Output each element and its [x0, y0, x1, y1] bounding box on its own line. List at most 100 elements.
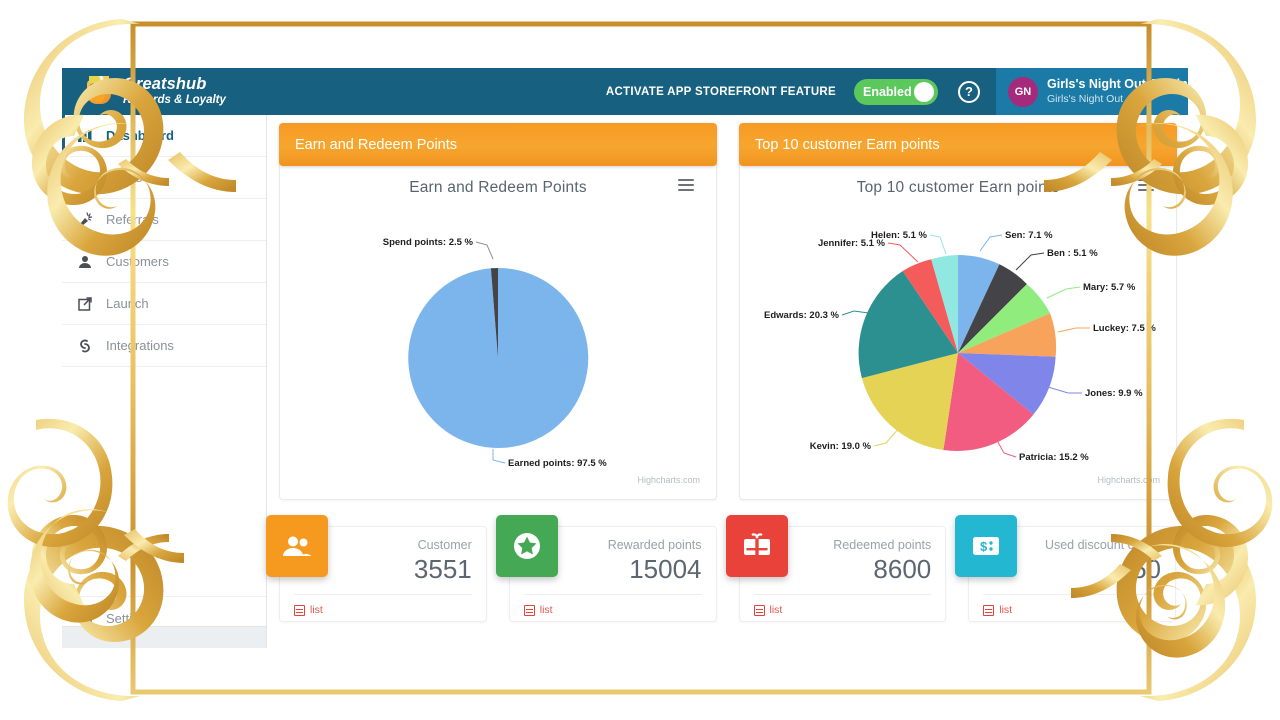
pie-label-edwards: Edwards: 20.3 % — [764, 310, 840, 321]
top10-chart-tab[interactable]: Top 10 customer Earn points — [739, 123, 1177, 166]
stat-value: 450 — [1045, 554, 1161, 585]
highcharts-credit[interactable]: Highcharts.com — [1097, 475, 1160, 485]
chart-tab-label: Top 10 customer Earn points — [755, 137, 940, 153]
top10-chart-block: Top 10 customer Earn points Top 10 custo… — [739, 123, 1177, 500]
stat-card-redeemed-points: Redeemed points 8600 list — [739, 526, 947, 622]
megaphone-icon — [74, 212, 96, 227]
stat-value: 15004 — [608, 554, 702, 585]
stat-list-label: list — [540, 604, 553, 616]
sidebar-spacer — [62, 367, 266, 597]
pie-label-luckey: Luckey: 7.5 % — [1093, 323, 1156, 334]
pie-connector-spend — [476, 242, 493, 259]
stats-row: Customer 3551 list Rewarded points 15004 — [279, 526, 1176, 622]
sidebar-item-points[interactable]: Points — [62, 157, 266, 199]
pie-slice-earned-points[interactable] — [408, 268, 588, 448]
table-list-icon — [294, 605, 305, 616]
integrations-icon — [74, 339, 96, 353]
pie-label-spend-points: Spend points: 2.5 % — [383, 237, 474, 248]
earn-redeem-chart-tab[interactable]: Earn and Redeem Points — [279, 123, 717, 166]
table-list-icon — [983, 605, 994, 616]
sidebar-item-label: Points — [106, 170, 142, 185]
sidebar-item-dashboard[interactable]: Dashboard — [62, 115, 266, 157]
pie-label-sen: Sen: 7.1 % — [1005, 230, 1053, 241]
stat-label: Used discount codes — [1045, 537, 1161, 554]
gift-card-icon — [726, 515, 788, 577]
stat-value: 8600 — [833, 554, 931, 585]
highcharts-credit[interactable]: Highcharts.com — [637, 475, 700, 485]
stat-label: Rewarded points — [608, 537, 702, 554]
main-content: Earn and Redeem Points Earn and Redeem P… — [267, 115, 1188, 648]
person-icon — [74, 255, 96, 269]
table-list-icon — [524, 605, 535, 616]
pie-label-patricia: Patricia: 15.2 % — [1019, 452, 1089, 463]
pie-label-earned-points: Earned points: 97.5 % — [508, 458, 607, 469]
storefront-enabled-toggle[interactable]: Enabled — [854, 79, 938, 105]
divider — [294, 594, 472, 595]
gear-icon — [74, 611, 96, 626]
top-navigation-bar: Greatshub Rewards & Loyalty ACTIVATE APP… — [62, 68, 1188, 115]
sidebar-item-label: Settings — [106, 611, 153, 626]
storefront-feature-label: ACTIVATE APP STOREFRONT FEATURE — [606, 86, 836, 98]
stat-list-label: list — [770, 604, 783, 616]
sidebar-item-label: Customers — [106, 254, 169, 269]
stat-list-link[interactable]: list — [754, 604, 783, 616]
stat-list-link[interactable]: list — [294, 604, 323, 616]
top10-pie-svg: Sen: 7.1 % Ben : 5.1 % Mary: 5.7 % Lucke… — [740, 197, 1176, 469]
star-badge-icon — [496, 515, 558, 577]
stat-list-link[interactable]: list — [983, 604, 1012, 616]
help-icon[interactable]: ? — [958, 81, 980, 103]
sidebar-footer — [62, 626, 266, 648]
stat-label: Redeemed points — [833, 537, 931, 554]
pie-label-mary: Mary: 5.7 % — [1083, 282, 1136, 293]
sidebar-item-referrals[interactable]: Referrals — [62, 199, 266, 241]
stat-list-link[interactable]: list — [524, 604, 553, 616]
pie-connector-earned — [493, 449, 505, 463]
hamburger-menu-icon[interactable] — [678, 179, 694, 194]
stat-list-label: list — [310, 604, 323, 616]
sidebar-item-launch[interactable]: Launch — [62, 283, 266, 325]
svg-text:$: $ — [980, 539, 988, 554]
brand-name: Greatshub — [123, 75, 226, 93]
hamburger-menu-icon[interactable] — [1138, 179, 1154, 194]
app-window: Greatshub Rewards & Loyalty ACTIVATE APP… — [62, 68, 1188, 648]
stat-list-label: list — [999, 604, 1012, 616]
earn-redeem-chart-block: Earn and Redeem Points Earn and Redeem P… — [279, 123, 717, 500]
dashboard-bars-icon — [74, 130, 96, 142]
charts-row: Earn and Redeem Points Earn and Redeem P… — [279, 123, 1176, 500]
avatar: GN — [1008, 77, 1038, 107]
pie-slices — [859, 255, 1057, 451]
toggle-label: Enabled — [863, 85, 912, 99]
stat-card-customer: Customer 3551 list — [279, 526, 487, 622]
sidebar-item-customers[interactable]: Customers — [62, 241, 266, 283]
earn-redeem-chart-card: Earn and Redeem Points Spend points: 2.5… — [279, 162, 717, 500]
sidebar-item-label: Integrations — [106, 338, 174, 353]
pie-label-ben: Ben : 5.1 % — [1047, 248, 1098, 259]
stat-label: Customer — [414, 537, 472, 554]
pie-label-kevin: Kevin: 19.0 % — [810, 441, 872, 452]
toggle-knob — [914, 82, 934, 102]
account-menu[interactable]: GN Girls's Night Out Admin Girls's Night… — [996, 68, 1188, 115]
earn-redeem-pie-svg: Spend points: 2.5 % Earned points: 97.5 … — [280, 197, 716, 469]
chart-tab-label: Earn and Redeem Points — [295, 137, 457, 153]
external-link-icon — [74, 297, 96, 311]
points-icon — [74, 171, 96, 185]
account-store: Girls's Night Out — [1047, 92, 1188, 106]
divider — [754, 594, 932, 595]
stat-card-used-discount-codes: $ Used discount codes 450 list — [968, 526, 1176, 622]
account-name: Girls's Night Out Admin — [1047, 77, 1188, 92]
people-icon — [266, 515, 328, 577]
stat-value: 3551 — [414, 554, 472, 585]
sidebar-item-label: Launch — [106, 296, 149, 311]
chart-title: Earn and Redeem Points — [280, 179, 716, 197]
brand-block[interactable]: Greatshub Rewards & Loyalty — [62, 75, 392, 108]
table-list-icon — [754, 605, 765, 616]
chart-title: Top 10 customer Earn points — [740, 179, 1176, 197]
pie-label-helen: Helen: 5.1 % — [871, 230, 928, 241]
sidebar-item-label: Dashboard — [106, 128, 174, 143]
brand-tagline: Rewards & Loyalty — [123, 93, 226, 108]
divider — [524, 594, 702, 595]
pie-label-jones: Jones: 9.9 % — [1085, 388, 1143, 399]
sidebar-item-integrations[interactable]: Integrations — [62, 325, 266, 367]
sidebar-item-label: Referrals — [106, 212, 159, 227]
trophy-logo-icon — [84, 76, 114, 108]
